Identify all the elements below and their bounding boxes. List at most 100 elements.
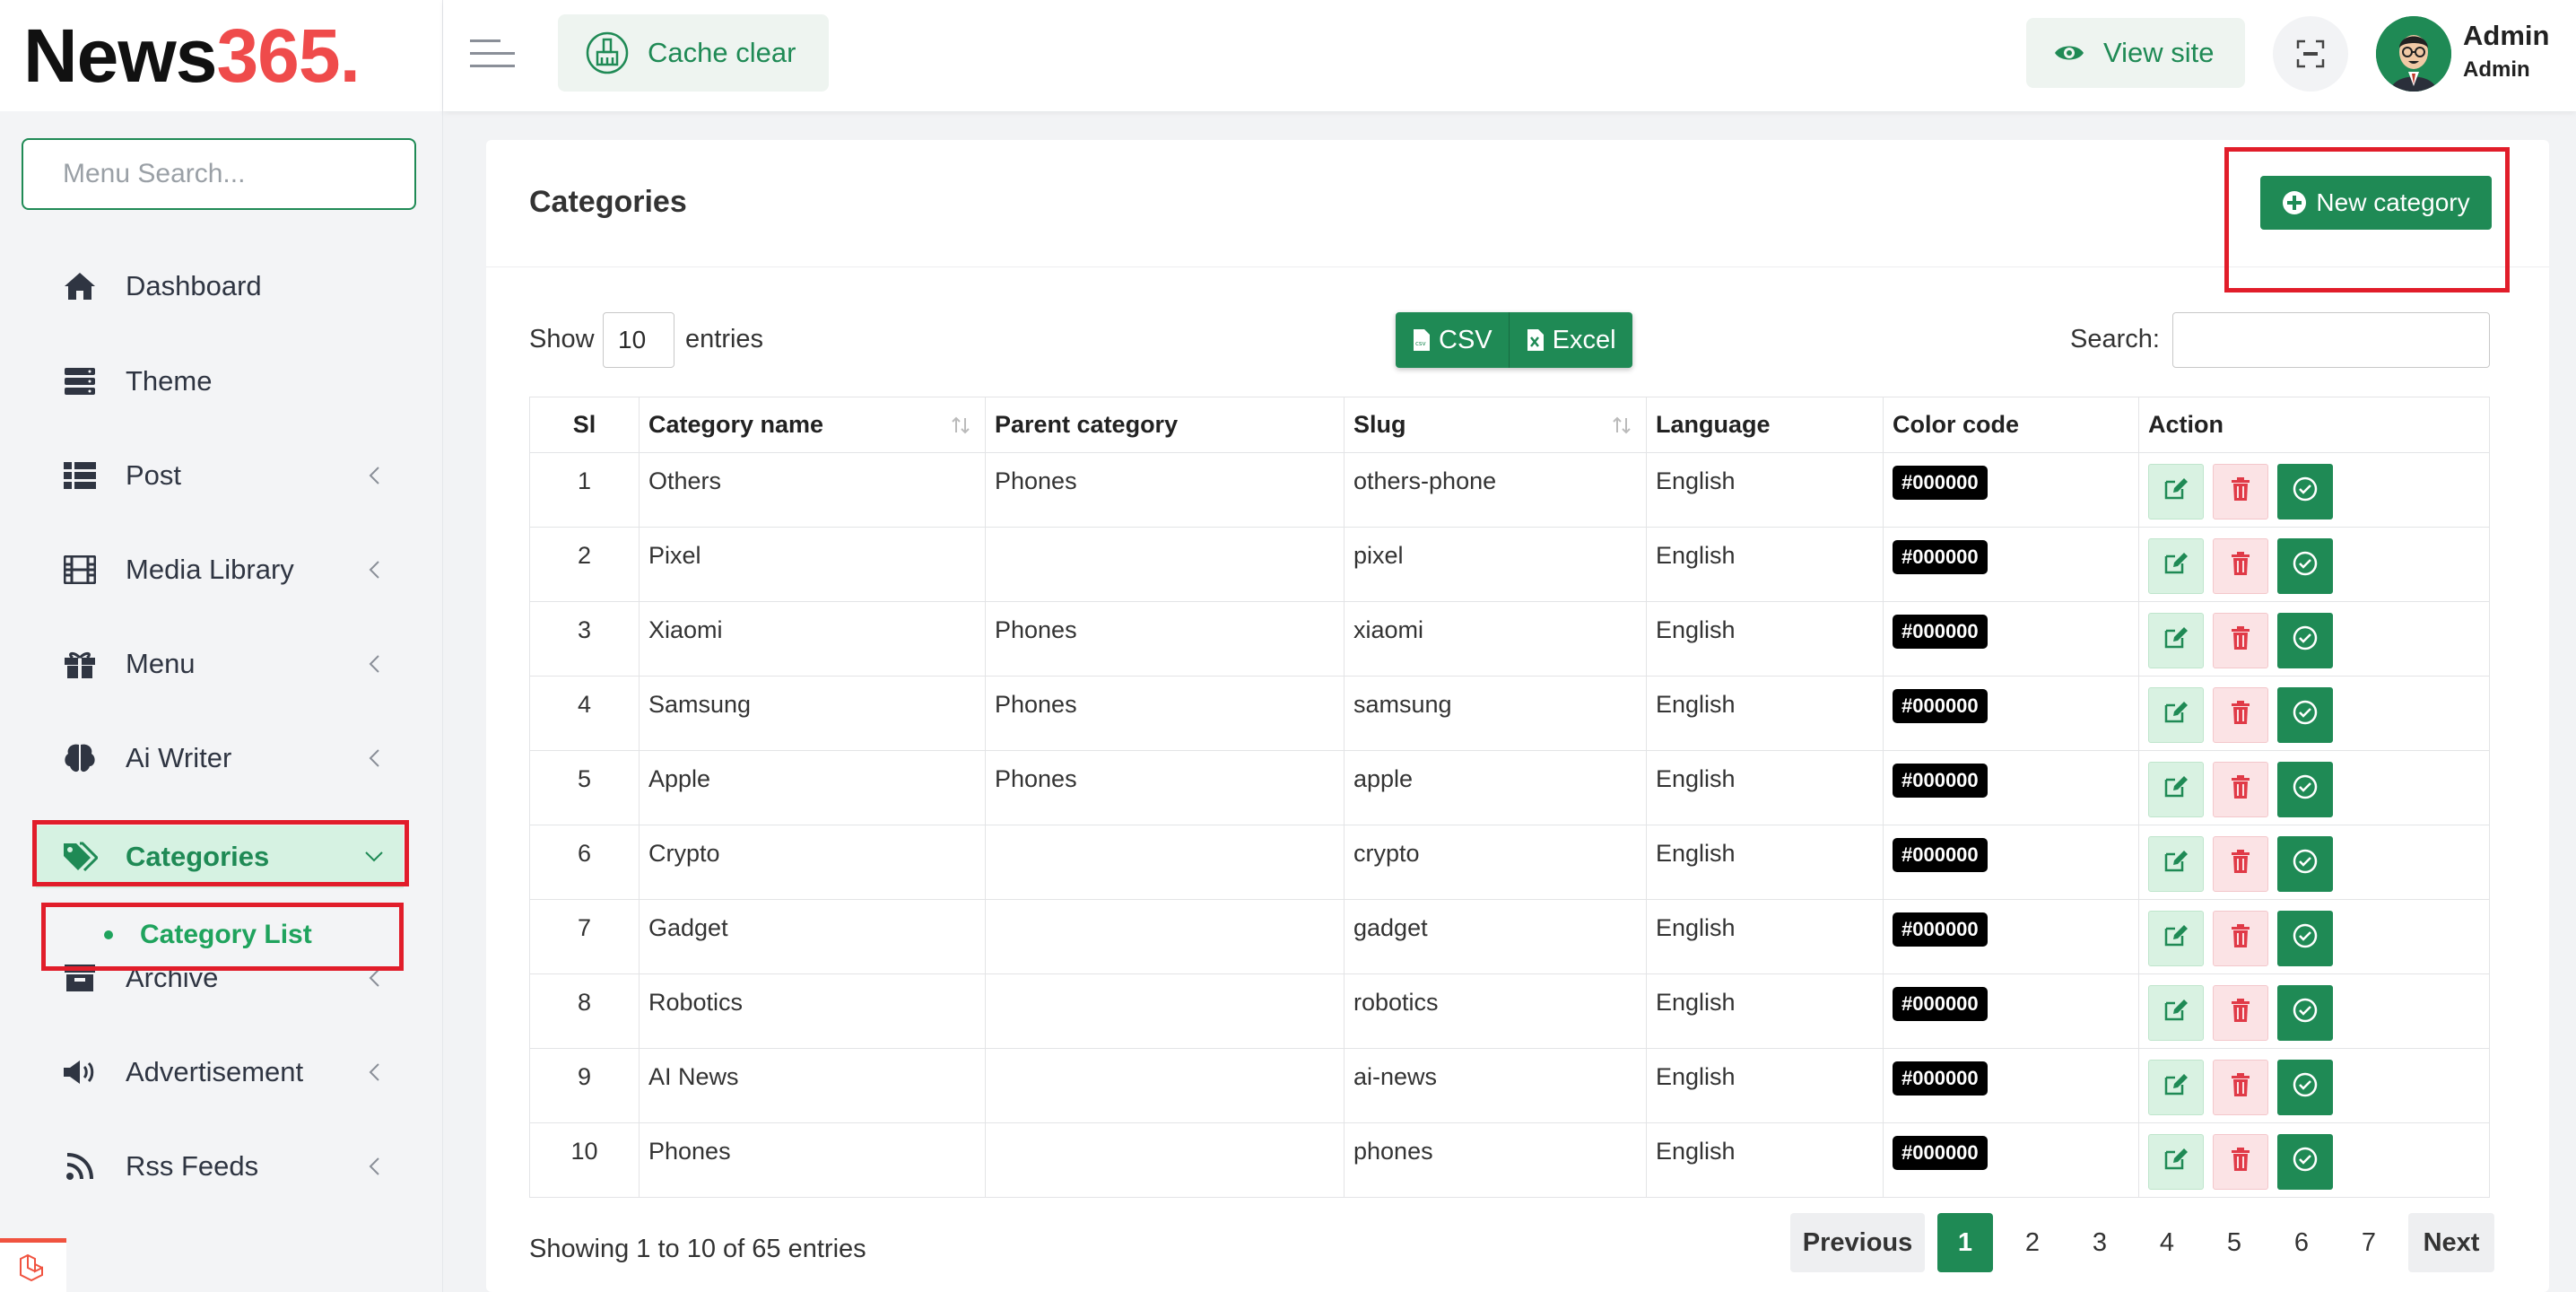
edit-button[interactable] (2148, 538, 2204, 594)
pagination-page[interactable]: 4 (2139, 1213, 2195, 1272)
col-header-slug[interactable]: Slug (1344, 397, 1647, 453)
col-header-category-name[interactable]: Category name (639, 397, 986, 453)
cell-slug: samsung (1344, 676, 1647, 751)
status-button[interactable] (2277, 464, 2333, 519)
cell-parent-category: Phones (985, 750, 1345, 825)
row-actions (2148, 836, 2480, 892)
status-button[interactable] (2277, 538, 2333, 594)
pagination-page[interactable]: 6 (2274, 1213, 2329, 1272)
entries-select[interactable]: 10 (603, 312, 674, 368)
cell-sl: 3 (529, 601, 640, 677)
new-category-button[interactable]: New category (2260, 176, 2492, 230)
delete-button[interactable] (2213, 613, 2268, 668)
eye-icon (2053, 37, 2085, 69)
sidebar-item-rss-feeds[interactable]: Rss Feeds (36, 1135, 404, 1198)
delete-button[interactable] (2213, 985, 2268, 1041)
edit-button[interactable] (2148, 1134, 2204, 1190)
fullscreen-icon (2296, 39, 2325, 68)
csv-export-button[interactable]: csv CSV (1396, 312, 1509, 368)
edit-button[interactable] (2148, 1060, 2204, 1115)
delete-button[interactable] (2213, 687, 2268, 743)
status-button[interactable] (2277, 1134, 2333, 1190)
view-site-button[interactable]: View site (2026, 18, 2245, 88)
delete-button[interactable] (2213, 762, 2268, 817)
topbar: Cache clear View site Admin Admin (443, 0, 2576, 111)
status-button[interactable] (2277, 762, 2333, 817)
cell-category-name: Samsung (639, 676, 986, 751)
cell-color-code: #000000 (1883, 1048, 2139, 1123)
rss-icon (61, 1148, 99, 1185)
table-search-input[interactable] (2172, 312, 2490, 368)
status-button[interactable] (2277, 687, 2333, 743)
excel-export-button[interactable]: Excel (1508, 312, 1632, 368)
delete-button[interactable] (2213, 464, 2268, 519)
edit-button[interactable] (2148, 985, 2204, 1041)
status-button[interactable] (2277, 613, 2333, 668)
bullet-dot (104, 930, 113, 939)
col-header-sl[interactable]: Sl (529, 397, 640, 453)
cell-language: English (1646, 825, 1884, 900)
cell-slug: pixel (1344, 527, 1647, 602)
excel-label: Excel (1552, 325, 1616, 354)
card-header: Categories New category (486, 140, 2549, 267)
status-button[interactable] (2277, 1060, 2333, 1115)
sidebar-item-theme[interactable]: Theme (36, 350, 404, 413)
menu-search-input[interactable] (22, 138, 416, 210)
delete-button[interactable] (2213, 1060, 2268, 1115)
cell-category-name: Crypto (639, 825, 986, 900)
cache-clear-button[interactable]: Cache clear (558, 14, 829, 92)
home-icon (61, 267, 99, 305)
delete-button[interactable] (2213, 538, 2268, 594)
cell-sl: 1 (529, 452, 640, 528)
sidebar-item-dashboard[interactable]: Dashboard (36, 255, 404, 318)
cell-color-code: #000000 (1883, 899, 2139, 974)
sidebar-item-menu[interactable]: Menu (36, 633, 404, 695)
pagination-page[interactable]: 3 (2072, 1213, 2128, 1272)
pagination-page[interactable]: 1 (1937, 1213, 1993, 1272)
status-button[interactable] (2277, 836, 2333, 892)
trash-icon (2231, 923, 2250, 955)
logo[interactable]: News365. (23, 18, 361, 93)
edit-button[interactable] (2148, 613, 2204, 668)
table-row: 8 Robotics robotics English #000000 (529, 973, 2490, 1049)
cell-category-name: Pixel (639, 527, 986, 602)
status-button[interactable] (2277, 985, 2333, 1041)
sidebar-item-post[interactable]: Post (36, 444, 404, 507)
pagination-page[interactable]: 7 (2341, 1213, 2397, 1272)
col-header-parent-category[interactable]: Parent category (985, 397, 1345, 453)
edit-button[interactable] (2148, 762, 2204, 817)
cell-color-code: #000000 (1883, 750, 2139, 825)
sidebar-item-media-library[interactable]: Media Library (36, 538, 404, 601)
sidebar-subitem-category-list[interactable]: Category List (45, 903, 400, 967)
sidebar-item-categories[interactable]: Categories (36, 825, 404, 888)
edit-button[interactable] (2148, 911, 2204, 966)
status-button[interactable] (2277, 911, 2333, 966)
edit-button[interactable] (2148, 836, 2204, 892)
delete-button[interactable] (2213, 836, 2268, 892)
hamburger-menu-icon[interactable] (470, 36, 515, 72)
col-header-color-code[interactable]: Color code (1883, 397, 2139, 453)
edit-button[interactable] (2148, 464, 2204, 519)
sort-icon (1613, 416, 1631, 434)
logo-number: 365. (216, 13, 360, 98)
show-label: Show (529, 325, 595, 354)
laravel-debug-icon[interactable] (0, 1238, 66, 1292)
row-actions (2148, 538, 2480, 594)
color-code-badge: #000000 (1893, 689, 1988, 723)
pagination-page[interactable]: 2 (2005, 1213, 2060, 1272)
sidebar-item-ai-writer[interactable]: Ai Writer (36, 727, 404, 790)
fullscreen-button[interactable] (2273, 16, 2348, 92)
search-label: Search: (2070, 325, 2160, 354)
delete-button[interactable] (2213, 1134, 2268, 1190)
edit-button[interactable] (2148, 687, 2204, 743)
sidebar-item-advertisement[interactable]: Advertisement (36, 1041, 404, 1104)
csv-label: CSV (1439, 325, 1493, 354)
delete-button[interactable] (2213, 911, 2268, 966)
svg-text:csv: csv (1415, 340, 1426, 347)
color-code-badge: #000000 (1893, 540, 1988, 574)
col-header-language[interactable]: Language (1646, 397, 1884, 453)
pagination-next[interactable]: Next (2408, 1213, 2494, 1272)
pagination-page[interactable]: 5 (2206, 1213, 2262, 1272)
avatar[interactable] (2376, 16, 2451, 92)
pagination-previous[interactable]: Previous (1790, 1213, 1925, 1272)
